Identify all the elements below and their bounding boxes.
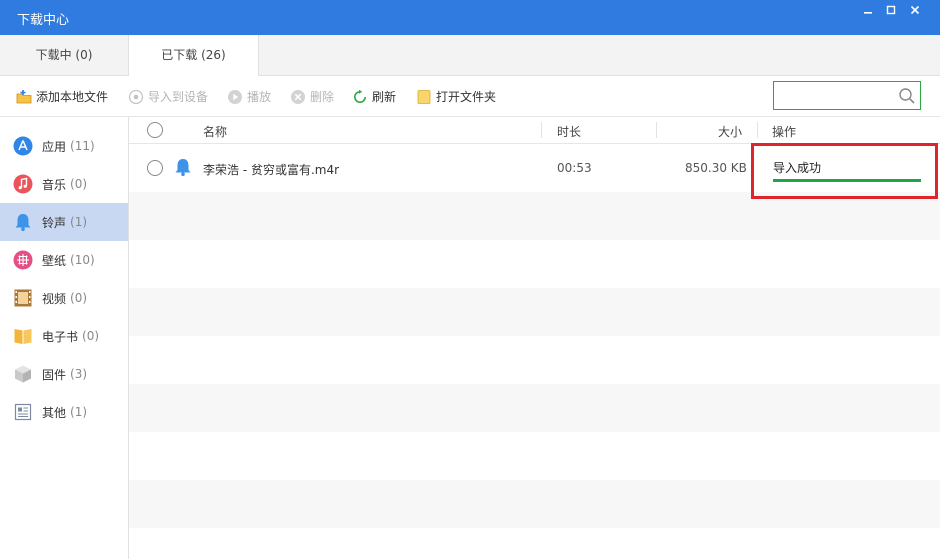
tab-downloaded[interactable]: 已下载 (26) bbox=[128, 35, 259, 77]
search-icon[interactable] bbox=[898, 87, 916, 105]
select-all-checkbox[interactable] bbox=[147, 122, 163, 138]
close-icon bbox=[910, 5, 920, 15]
add-folder-icon bbox=[16, 90, 32, 104]
app-store-icon bbox=[13, 136, 33, 156]
film-icon bbox=[13, 288, 33, 308]
wallpaper-icon bbox=[13, 250, 33, 270]
book-icon bbox=[13, 326, 33, 346]
document-icon bbox=[13, 402, 33, 422]
sidebar-item-firmware[interactable]: 固件 (3) bbox=[0, 355, 128, 393]
sidebar-item-label: 音乐 bbox=[42, 177, 67, 192]
sidebar-item-ebooks[interactable]: 电子书 (0) bbox=[0, 317, 128, 355]
sidebar-item-count: (3) bbox=[70, 367, 88, 381]
sidebar-item-count: (10) bbox=[70, 253, 95, 267]
add-local-file-label: 添加本地文件 bbox=[36, 90, 109, 104]
import-progress-bar bbox=[773, 179, 921, 182]
import-status-text: 导入成功 bbox=[773, 161, 822, 175]
firmware-box-icon bbox=[13, 364, 33, 384]
title-bar: 下载中心 bbox=[0, 0, 940, 35]
minimize-icon bbox=[864, 12, 872, 14]
table-header: 名称 时长 大小 操作 bbox=[129, 117, 940, 144]
column-name[interactable]: 名称 bbox=[203, 123, 227, 140]
sidebar-item-label: 视频 bbox=[42, 291, 67, 306]
file-duration: 00:53 bbox=[557, 161, 592, 175]
delete-icon bbox=[291, 90, 305, 104]
minimize-button[interactable] bbox=[857, 2, 879, 20]
import-device-icon bbox=[128, 89, 144, 105]
column-divider bbox=[656, 122, 657, 138]
empty-row bbox=[129, 192, 940, 240]
sidebar-item-videos[interactable]: 视频 (0) bbox=[0, 279, 128, 317]
sidebar-item-count: (1) bbox=[70, 215, 88, 229]
sidebar-item-label: 固件 bbox=[42, 367, 67, 382]
open-folder-label: 打开文件夹 bbox=[436, 90, 497, 104]
sidebar-item-music[interactable]: 音乐 (0) bbox=[0, 165, 128, 203]
import-to-device-label: 导入到设备 bbox=[148, 90, 209, 104]
import-status-highlight: 导入成功 bbox=[751, 143, 938, 199]
column-size[interactable]: 大小 bbox=[718, 123, 742, 140]
import-to-device-button[interactable]: 导入到设备 bbox=[128, 88, 208, 106]
empty-row bbox=[129, 288, 940, 336]
maximize-icon bbox=[886, 5, 896, 15]
column-duration[interactable]: 时长 bbox=[557, 123, 581, 140]
close-button[interactable] bbox=[904, 2, 926, 20]
sidebar-item-count: (0) bbox=[70, 177, 88, 191]
refresh-icon bbox=[354, 89, 366, 103]
play-label: 播放 bbox=[247, 90, 272, 104]
bell-icon bbox=[13, 212, 33, 232]
delete-label: 删除 bbox=[310, 90, 335, 104]
column-divider bbox=[541, 122, 542, 138]
column-action: 操作 bbox=[772, 125, 797, 139]
sidebar-item-label: 其他 bbox=[42, 405, 67, 420]
sidebar-item-count: (11) bbox=[70, 139, 95, 153]
maximize-button[interactable] bbox=[880, 2, 902, 20]
file-name: 李荣浩 - 贫穷或富有.m4r bbox=[203, 163, 340, 177]
sidebar-item-label: 电子书 bbox=[42, 329, 79, 344]
file-size: 850.30 KB bbox=[685, 161, 747, 175]
search-input[interactable] bbox=[778, 86, 896, 106]
sidebar-item-ringtones[interactable]: 铃声 (1) bbox=[0, 203, 128, 241]
sidebar-item-label: 铃声 bbox=[42, 215, 67, 230]
empty-row bbox=[129, 480, 940, 528]
play-icon bbox=[228, 90, 242, 104]
play-button[interactable]: 播放 bbox=[227, 88, 271, 106]
sidebar: 应用 (11) 音乐 (0) 铃声 (1) 壁纸 (10) 视频 (0) 电子书 bbox=[0, 117, 129, 559]
sidebar-item-count: (0) bbox=[70, 291, 88, 305]
row-select-checkbox[interactable] bbox=[147, 160, 163, 176]
refresh-label: 刷新 bbox=[372, 90, 397, 104]
sidebar-item-apps[interactable]: 应用 (11) bbox=[0, 127, 128, 165]
sidebar-item-label: 应用 bbox=[42, 139, 67, 154]
tab-bar: 下载中 (0) 已下载 (26) bbox=[0, 35, 940, 77]
empty-row bbox=[129, 384, 940, 432]
sidebar-item-count: (1) bbox=[70, 405, 88, 419]
folder-icon bbox=[417, 90, 431, 104]
column-divider bbox=[757, 122, 758, 138]
sidebar-item-label: 壁纸 bbox=[42, 253, 67, 268]
sidebar-item-others[interactable]: 其他 (1) bbox=[0, 393, 128, 431]
music-note-icon bbox=[13, 174, 33, 194]
delete-button[interactable]: 删除 bbox=[290, 88, 334, 106]
sidebar-item-wallpapers[interactable]: 壁纸 (10) bbox=[0, 241, 128, 279]
file-list: 名称 时长 大小 操作 李荣浩 - 贫穷或富有.m4r 00:53 850.30… bbox=[129, 117, 940, 559]
sidebar-item-count: (0) bbox=[82, 329, 100, 343]
open-folder-button[interactable]: 打开文件夹 bbox=[416, 88, 496, 106]
search-box bbox=[773, 81, 921, 110]
toolbar: 添加本地文件 导入到设备 播放 删除 刷新 打开文件夹 bbox=[0, 76, 940, 117]
window-title: 下载中心 bbox=[17, 13, 70, 28]
bell-icon bbox=[175, 159, 191, 176]
tab-downloading[interactable]: 下载中 (0) bbox=[0, 35, 128, 76]
refresh-button[interactable]: 刷新 bbox=[352, 88, 396, 106]
add-local-file-button[interactable]: 添加本地文件 bbox=[16, 88, 108, 106]
